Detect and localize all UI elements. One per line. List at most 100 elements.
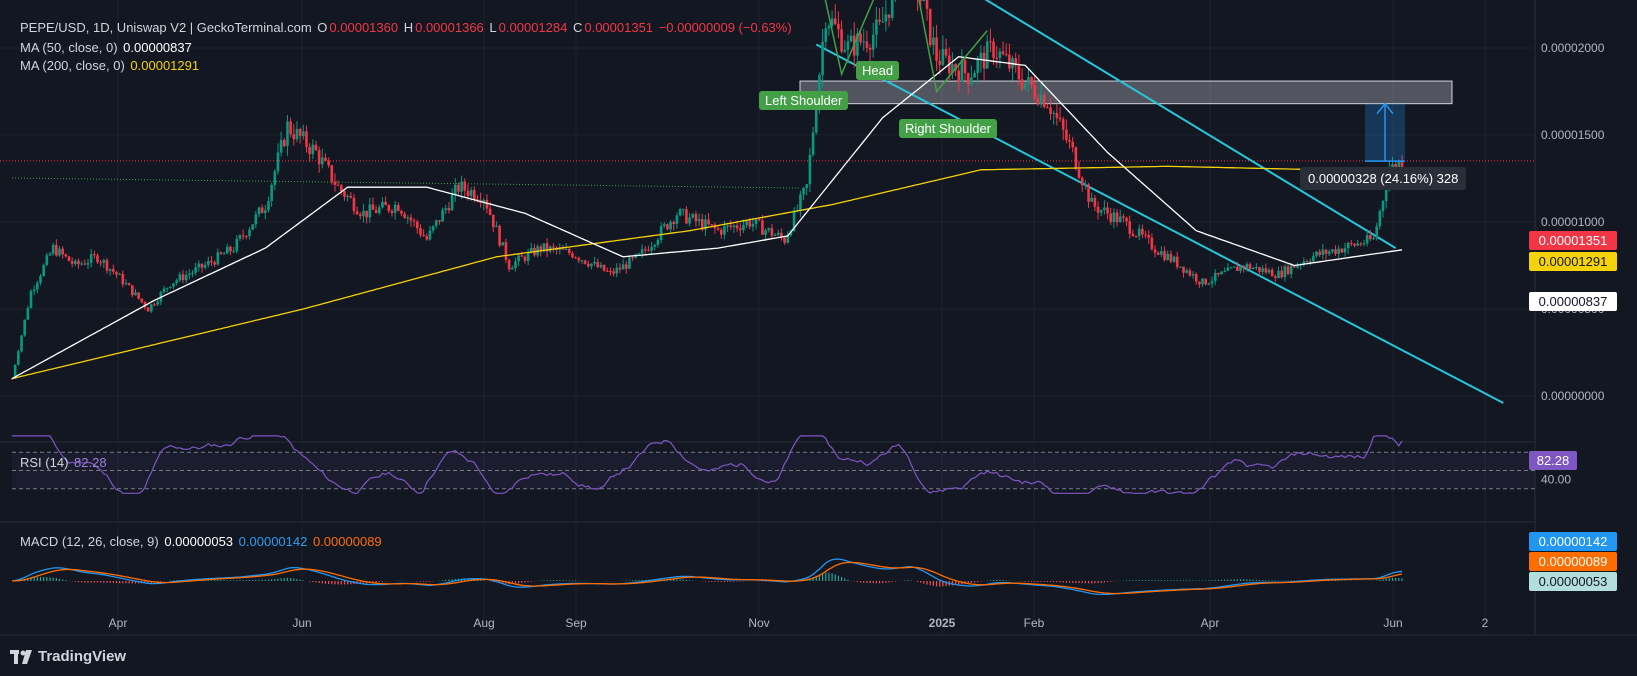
candle [970,65,973,87]
candle-body [1346,242,1350,249]
time-tick-label: Feb [1024,616,1045,630]
candle-body [1080,177,1084,186]
candle [776,229,780,237]
candle [643,246,647,254]
candle [150,304,153,313]
candle-body [552,246,555,248]
rsi-label: RSI (14) [20,455,69,470]
ma50-legend[interactable]: MA (50, close, 0) 0.00000837 [20,40,194,55]
candle-body [146,307,150,312]
candle-body [425,236,429,240]
candle [802,186,805,201]
candle [1191,271,1195,279]
candle [371,197,375,211]
candle [1232,266,1236,268]
candle [1014,52,1018,73]
candle-body [1315,251,1318,256]
candle-body [17,351,20,365]
price-range-measure[interactable]: 0.00000328 (24.16%) 328 [1300,167,1467,190]
candle [507,258,511,272]
candle-body [1353,243,1356,246]
candle-body [963,60,967,74]
candle-body [650,246,653,251]
candle-body [327,160,330,166]
candle [248,227,251,240]
candle [387,204,391,214]
candle [985,34,989,69]
candle-body [1004,54,1008,56]
candle-body [422,234,425,237]
candle-body [1217,272,1220,275]
candle-body [358,214,362,217]
candle-body [1131,233,1135,236]
candle-body [124,283,128,285]
candle-body [102,260,106,263]
candle-body [61,248,64,255]
candle-body [998,51,1002,59]
candle [571,251,574,259]
candle [238,234,242,241]
candle [292,124,296,146]
ma200-value: 0.00001291 [130,58,200,73]
candle-body [1084,184,1087,186]
rsi-band [12,452,1535,489]
candle-body [846,41,850,50]
left-shoulder-label[interactable]: Left Shoulder [759,91,849,110]
candle [1172,255,1176,264]
time-tick-label: Jun [1383,616,1402,630]
candle-body [1270,269,1274,277]
ma50-label: MA (50, close, 0) [20,40,118,55]
candle [849,29,853,43]
candle-body [647,249,650,251]
candle-body [504,242,508,260]
candle-body [485,199,489,209]
candle-body [406,217,410,219]
right-shoulder-label[interactable]: Right Shoulder [899,119,997,138]
candle-body [311,144,315,155]
candle [396,202,400,212]
candle-body [181,274,185,281]
candle-body [843,49,847,52]
candle-body [1324,249,1328,255]
candle-body [1087,184,1090,202]
candle [713,222,717,235]
candle-body [118,273,121,275]
candle-body [20,335,23,352]
candle-body [764,230,767,235]
candle [409,213,413,227]
candle-body [868,47,872,50]
macd-legend[interactable]: MACD (12, 26, close, 9) 0.00000053 0.000… [20,534,384,549]
candle-body [1327,251,1331,255]
candle-body [1061,119,1065,130]
tradingview-logo[interactable]: TradingView [10,648,126,665]
candle [162,285,166,294]
candle [656,238,660,248]
rsi-legend[interactable]: RSI (14) 82.28 [20,455,109,470]
candle-body [248,229,251,237]
candle-body [450,194,454,211]
change-value: −0.00000009 (−0.63%) [658,20,792,35]
candle-body [346,195,349,197]
candle [1194,272,1198,285]
candle [697,213,701,227]
candle [1106,202,1109,220]
candle-body [814,109,818,133]
candle-body [352,197,356,212]
candle-body [55,244,58,256]
candle [605,267,609,273]
candle [1122,213,1125,223]
open-value: 0.00001360 [329,20,399,35]
candle [358,212,362,220]
candle [441,207,444,222]
candle-body [1226,267,1230,271]
ma200-legend[interactable]: MA (200, close, 0) 0.00001291 [20,58,201,73]
candles-group [10,0,1404,380]
candle-body [890,0,894,18]
candle-body [172,283,175,287]
candle-body [1096,206,1100,213]
candle [878,8,881,26]
head-label[interactable]: Head [856,61,900,80]
macd-line-value: 0.00000142 [238,534,308,549]
candle-body [688,217,691,224]
candle [612,268,615,277]
